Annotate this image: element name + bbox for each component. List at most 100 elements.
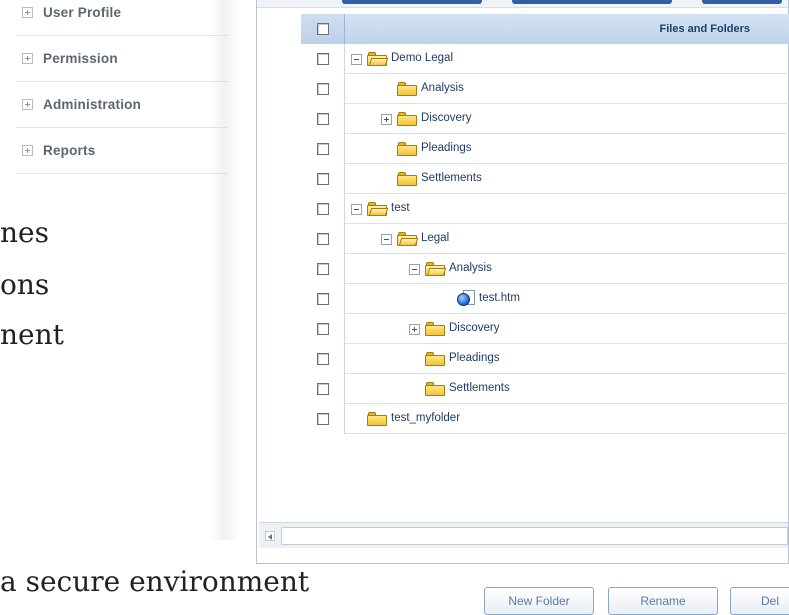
collapse-icon[interactable] <box>351 54 362 65</box>
expand-icon <box>22 7 33 18</box>
folder-name[interactable]: Pleadings <box>449 352 500 364</box>
folder-name[interactable]: Demo Legal <box>391 52 453 64</box>
row-content: Analysis <box>345 74 789 104</box>
expand-icon[interactable] <box>381 114 392 125</box>
row-content: Legal <box>345 224 789 254</box>
expand-icon <box>22 145 33 156</box>
files-grid: Files and Folders Demo Legal Analysis Di… <box>301 14 789 434</box>
scrollbar-track[interactable] <box>281 527 788 545</box>
collapse-icon[interactable] <box>351 204 362 215</box>
table-row[interactable]: Discovery <box>301 104 789 134</box>
folder-icon <box>397 142 417 156</box>
sidebar-item-permission[interactable]: Permission <box>16 36 228 82</box>
row-checkbox[interactable] <box>316 83 329 95</box>
row-checkbox[interactable] <box>316 413 329 425</box>
row-checkbox[interactable] <box>316 173 329 185</box>
open-folder-icon <box>367 52 389 66</box>
folder-name[interactable]: Analysis <box>449 262 492 274</box>
background-text-line: nent <box>0 318 64 351</box>
file-name[interactable]: test.htm <box>479 292 520 304</box>
sidebar-item-administration[interactable]: Administration <box>16 82 228 128</box>
table-row[interactable]: Pleadings <box>301 134 789 164</box>
row-checkbox-cell <box>301 44 345 74</box>
background-text-line: ons <box>0 268 50 301</box>
table-row[interactable]: test.htm <box>301 284 789 314</box>
table-row[interactable]: Discovery <box>301 314 789 344</box>
row-content: test.htm <box>345 284 789 314</box>
sidebar-item-user-profile[interactable]: User Profile <box>16 0 228 36</box>
table-row[interactable]: Demo Legal <box>301 44 789 74</box>
horizontal-scrollbar[interactable] <box>259 522 788 548</box>
row-checkbox-cell <box>301 224 345 254</box>
header-files-and-folders[interactable]: Files and Folders <box>345 14 789 44</box>
folder-name[interactable]: Discovery <box>421 112 471 124</box>
row-checkbox[interactable] <box>316 53 329 65</box>
table-row[interactable]: test <box>301 194 789 224</box>
row-checkbox[interactable] <box>316 113 329 125</box>
rename-button[interactable]: Rename <box>608 587 718 615</box>
sidebar-item-label: User Profile <box>43 5 122 20</box>
folder-icon <box>397 112 417 126</box>
new-folder-button[interactable]: New Folder <box>484 587 594 615</box>
collapse-icon[interactable] <box>381 234 392 245</box>
folder-icon <box>397 172 417 186</box>
folder-name[interactable]: Settlements <box>421 172 482 184</box>
row-checkbox[interactable] <box>316 383 329 395</box>
row-content: Pleadings <box>345 134 789 164</box>
row-content: Analysis <box>345 254 789 284</box>
row-checkbox-cell <box>301 344 345 374</box>
row-checkbox[interactable] <box>316 233 329 245</box>
folder-icon <box>425 382 445 396</box>
expand-icon[interactable] <box>409 324 420 335</box>
row-content: Demo Legal <box>345 44 789 74</box>
select-all-checkbox[interactable] <box>316 23 329 35</box>
folder-icon <box>425 352 445 366</box>
folder-name[interactable]: Settlements <box>449 382 510 394</box>
table-row[interactable]: Pleadings <box>301 344 789 374</box>
table-row[interactable]: Legal <box>301 224 789 254</box>
grid-header: Files and Folders <box>301 14 789 44</box>
column-header-label: Files and Folders <box>659 23 750 35</box>
background-text-line: a secure environment <box>0 565 310 598</box>
row-content: test_myfolder <box>345 404 789 434</box>
row-checkbox-cell <box>301 374 345 404</box>
row-checkbox-cell <box>301 254 345 284</box>
table-row[interactable]: Settlements <box>301 164 789 194</box>
title-sliver <box>342 0 787 6</box>
row-checkbox[interactable] <box>316 293 329 305</box>
table-row[interactable]: test_myfolder <box>301 404 789 434</box>
row-checkbox[interactable] <box>316 323 329 335</box>
folder-icon <box>425 322 445 336</box>
html-file-icon <box>457 290 475 308</box>
folder-icon <box>367 412 387 426</box>
row-content: test <box>345 194 789 224</box>
table-row[interactable]: Analysis <box>301 74 789 104</box>
table-row[interactable]: Analysis <box>301 254 789 284</box>
table-row[interactable]: Settlements <box>301 374 789 404</box>
folder-name[interactable]: Analysis <box>421 82 464 94</box>
folder-name[interactable]: test <box>391 202 410 214</box>
row-checkbox[interactable] <box>316 263 329 275</box>
sidebar-item-reports[interactable]: Reports <box>16 128 228 174</box>
row-checkbox[interactable] <box>316 353 329 365</box>
row-checkbox-cell <box>301 104 345 134</box>
folder-name[interactable]: Discovery <box>449 322 499 334</box>
row-checkbox-cell <box>301 314 345 344</box>
row-checkbox-cell <box>301 284 345 314</box>
row-content: Discovery <box>345 104 789 134</box>
open-folder-icon <box>367 202 389 216</box>
delete-button[interactable]: Del <box>730 587 789 615</box>
open-folder-icon <box>425 262 447 276</box>
row-checkbox[interactable] <box>316 203 329 215</box>
row-checkbox-cell <box>301 134 345 164</box>
folder-name[interactable]: Legal <box>421 232 449 244</box>
sidebar-item-label: Reports <box>43 143 96 158</box>
collapse-icon[interactable] <box>409 264 420 275</box>
folder-name[interactable]: Pleadings <box>421 142 472 154</box>
scroll-left-icon[interactable] <box>265 531 275 541</box>
sidebar-shadow <box>210 0 240 540</box>
folder-name[interactable]: test_myfolder <box>391 412 460 424</box>
row-content: Settlements <box>345 164 789 194</box>
row-content: Settlements <box>345 374 789 404</box>
row-checkbox[interactable] <box>316 143 329 155</box>
